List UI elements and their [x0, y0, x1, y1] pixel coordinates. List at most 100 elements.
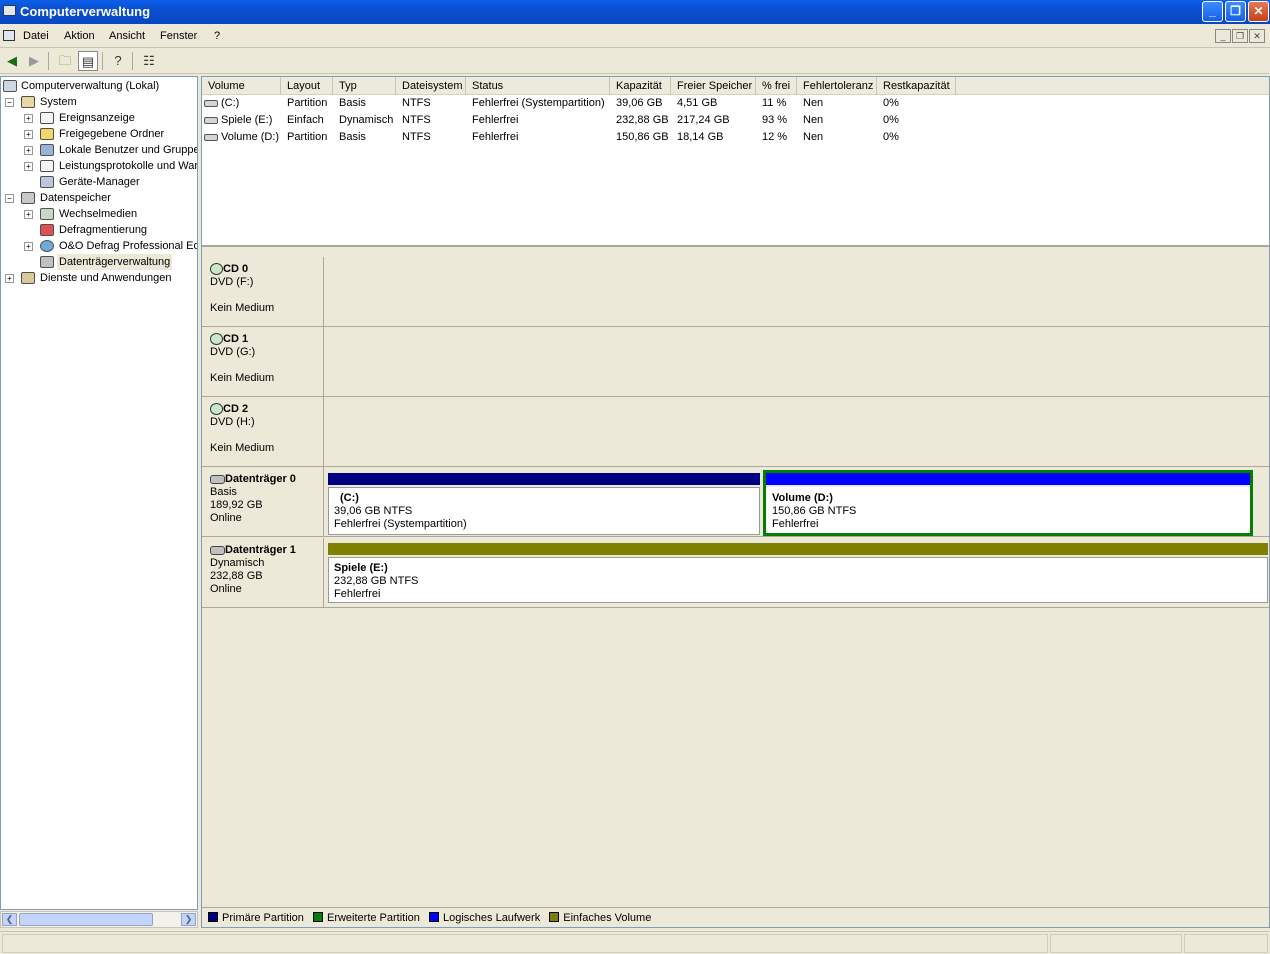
expand-icon[interactable]: +: [24, 130, 33, 139]
menu-help[interactable]: ?: [214, 30, 220, 42]
hard-disk-icon: [210, 474, 225, 484]
cell-prozent-frei: 93 %: [762, 114, 788, 126]
menu-aktion[interactable]: Aktion: [64, 30, 95, 42]
collapse-icon[interactable]: −: [5, 98, 14, 107]
tree-item-defragmentierung[interactable]: Defragmentierung: [1, 222, 197, 238]
table-row[interactable]: Volume (D:) Partition Basis NTFS Fehlerf…: [202, 129, 962, 146]
cell-typ: Basis: [339, 131, 366, 143]
tree-item-datenspeicher[interactable]: − Datenspeicher: [1, 190, 197, 206]
tree-item-dienste[interactable]: + Dienste und Anwendungen: [1, 270, 197, 286]
disk-row-datentraeger-1[interactable]: Datenträger 1 Dynamisch 232,88 GB Online…: [202, 538, 1269, 608]
dvd-icon: [210, 403, 223, 416]
tree-item-datentraegerverwaltung[interactable]: Datenträgerverwaltung: [1, 254, 197, 270]
mdi-restore-button[interactable]: ❐: [1232, 29, 1248, 43]
collapse-icon[interactable]: −: [5, 194, 14, 203]
scroll-left-icon[interactable]: ❮: [2, 913, 17, 926]
tree-item-oo-defrag[interactable]: + O&O Defrag Professional Edi: [1, 238, 197, 254]
status-cell-3: [1184, 934, 1268, 953]
expand-icon[interactable]: +: [24, 146, 33, 155]
scroll-thumb[interactable]: [19, 913, 153, 926]
mdi-close-button[interactable]: ✕: [1249, 29, 1265, 43]
volume-info-c: (C:) 39,06 GB NTFS Fehlerfrei (Systempar…: [328, 487, 760, 535]
cell-volume: Volume (D:): [204, 129, 281, 146]
expand-icon[interactable]: +: [24, 162, 33, 171]
expand-icon[interactable]: +: [24, 114, 33, 123]
cell-typ: Basis: [339, 97, 366, 109]
cell-prozent-frei: 11 %: [762, 97, 787, 109]
properties-icon[interactable]: ☷: [139, 51, 159, 71]
title-bar[interactable]: Computerverwaltung _ ❐ ✕: [0, 0, 1270, 24]
up-folder-icon[interactable]: 🗀: [55, 51, 75, 71]
cell-dateisystem: NTFS: [402, 114, 431, 126]
tree-item-benutzer[interactable]: + Lokale Benutzer und Gruppen: [1, 142, 197, 158]
column-header-fehlertoleranz[interactable]: Fehlertoleranz: [797, 77, 877, 95]
minimize-button[interactable]: _: [1202, 1, 1223, 22]
details-pane: Volume Layout Typ Dateisystem Status Kap…: [201, 76, 1270, 928]
disk-row-cd0[interactable]: CD 0 DVD (F:) Kein Medium: [202, 257, 1269, 327]
tree-item-ereignisanzeige[interactable]: + Ereignsanzeige: [1, 110, 197, 126]
close-button[interactable]: ✕: [1248, 1, 1269, 22]
tree-item-leistung[interactable]: + Leistungsprotokolle und Warn: [1, 158, 197, 174]
disk-label-cd1: CD 1 DVD (G:) Kein Medium: [202, 327, 324, 396]
dvd-icon: [210, 263, 223, 276]
disk-row-cd2[interactable]: CD 2 DVD (H:) Kein Medium: [202, 397, 1269, 467]
expand-icon[interactable]: +: [24, 242, 33, 251]
computer-icon: [3, 30, 15, 41]
status-cell-main: [2, 934, 1048, 953]
column-header-dateisystem[interactable]: Dateisystem: [396, 77, 466, 95]
show-tree-icon[interactable]: ▤: [78, 51, 98, 71]
hard-disk-icon: [210, 545, 225, 555]
tree-item-wechselmedien[interactable]: + Wechselmedien: [1, 206, 197, 222]
column-header-kapazitaet[interactable]: Kapazität: [610, 77, 671, 95]
volume-block-d-selected[interactable]: Volume (D:) 150,86 GB NTFS Fehlerfrei: [763, 470, 1253, 536]
legend-label-logical: Logisches Laufwerk: [442, 912, 541, 924]
table-row[interactable]: (C:) Partition Basis NTFS Fehlerfrei (Sy…: [202, 95, 962, 112]
back-icon[interactable]: ◀: [2, 51, 22, 71]
disk-row-datentraeger-0[interactable]: Datenträger 0 Basis 189,92 GB Online (C:…: [202, 467, 1269, 537]
legend-swatch-primary: [208, 912, 218, 922]
tree-item-geraete-manager[interactable]: Geräte-Manager: [1, 174, 197, 190]
disk-area-cd2: [326, 397, 1269, 466]
computer-icon: [3, 80, 17, 92]
column-header-freier-speicher[interactable]: Freier Speicher: [671, 77, 756, 95]
legend: Primäre Partition Erweiterte Partition L…: [202, 907, 1269, 927]
menu-datei[interactable]: Datei: [23, 30, 49, 42]
restore-button[interactable]: ❐: [1225, 1, 1246, 22]
column-header-typ[interactable]: Typ: [333, 77, 396, 95]
mdi-minimize-button[interactable]: _: [1215, 29, 1231, 43]
disk-label-cd2: CD 2 DVD (H:) Kein Medium: [202, 397, 324, 466]
menu-fenster[interactable]: Fenster: [160, 30, 197, 42]
cell-kapazitaet: 39,06 GB: [616, 97, 663, 109]
volume-block-e[interactable]: Spiele (E:) 232,88 GB NTFS Fehlerfrei: [328, 543, 1268, 605]
cell-kapazitaet: 232,88 GB: [616, 114, 669, 126]
tree-item-freigabe[interactable]: + Freigegebene Ordner: [1, 126, 197, 142]
column-header-volume[interactable]: Volume: [202, 77, 281, 95]
column-header-restkapazitaet[interactable]: Restkapazität: [877, 77, 956, 95]
column-header-layout[interactable]: Layout: [281, 77, 333, 95]
cell-restkapazitaet: 0%: [883, 97, 899, 109]
volume-list: Volume Layout Typ Dateisystem Status Kap…: [202, 77, 1269, 247]
disk-label-cd0: CD 0 DVD (F:) Kein Medium: [202, 257, 324, 326]
cell-typ: Dynamisch: [339, 114, 394, 126]
disk-label-datentraeger-0: Datenträger 0 Basis 189,92 GB Online: [202, 467, 324, 536]
volume-info-d: Volume (D:) 150,86 GB NTFS Fehlerfrei: [766, 487, 1250, 533]
expand-icon[interactable]: +: [24, 210, 33, 219]
users-icon: [40, 144, 54, 156]
tree-item-root[interactable]: Computerverwaltung (Lokal): [1, 78, 197, 94]
tree-horizontal-scrollbar[interactable]: ❮ ❯: [0, 911, 198, 928]
cell-kapazitaet: 150,86 GB: [616, 131, 669, 143]
table-row[interactable]: Spiele (E:) Einfach Dynamisch NTFS Fehle…: [202, 112, 962, 129]
column-header-prozent-frei[interactable]: % frei: [756, 77, 797, 95]
cell-freier-speicher: 18,14 GB: [677, 131, 724, 143]
tree-item-system[interactable]: − System: [1, 94, 197, 110]
column-header-status[interactable]: Status: [466, 77, 610, 95]
forward-icon[interactable]: ▶: [24, 51, 44, 71]
help-icon[interactable]: ?: [108, 51, 128, 71]
disk-row-cd1[interactable]: CD 1 DVD (G:) Kein Medium: [202, 327, 1269, 397]
menu-ansicht[interactable]: Ansicht: [109, 30, 145, 42]
scroll-right-icon[interactable]: ❯: [181, 913, 196, 926]
volume-block-c[interactable]: (C:) 39,06 GB NTFS Fehlerfrei (Systempar…: [328, 473, 760, 535]
expand-icon[interactable]: +: [5, 274, 14, 283]
primary-partition-bar: [328, 473, 760, 485]
disk-area-datentraeger-1: Spiele (E:) 232,88 GB NTFS Fehlerfrei: [326, 538, 1269, 607]
